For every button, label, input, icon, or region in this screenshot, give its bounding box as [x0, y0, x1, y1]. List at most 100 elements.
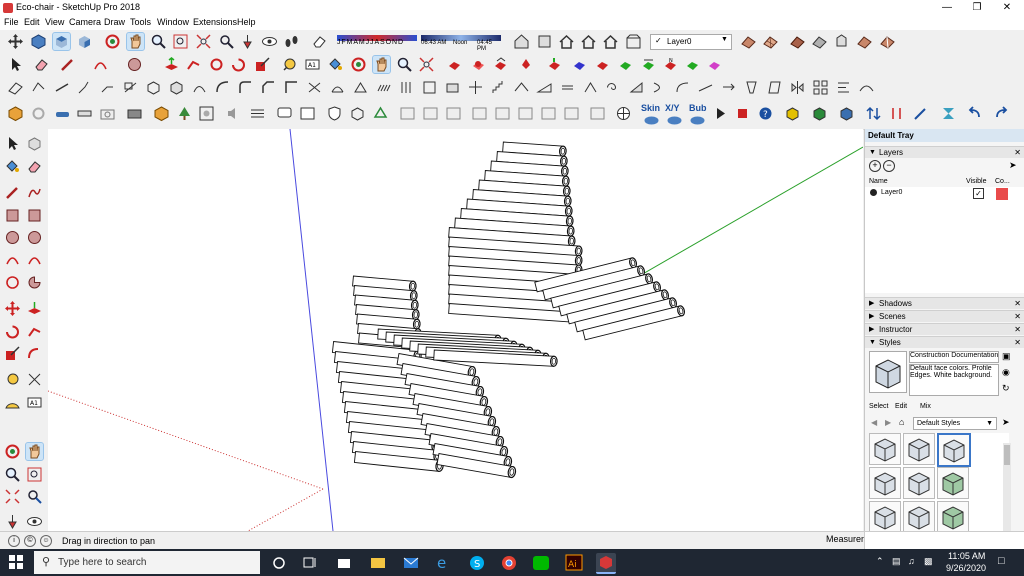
zoom-extents-left-tool-icon[interactable] [4, 488, 21, 505]
layers-column-color[interactable]: Co... [995, 178, 1010, 185]
add-layer-button[interactable]: + [869, 160, 881, 172]
pen-blue-icon[interactable] [912, 105, 929, 122]
play-icon[interactable] [712, 105, 729, 122]
ruler-icon[interactable] [76, 105, 93, 122]
zoom-extents-tool-icon[interactable] [418, 56, 435, 73]
layers-column-name[interactable]: Name [869, 178, 888, 185]
export-icon[interactable] [126, 105, 143, 122]
close-section-icon[interactable]: ✕ [1014, 311, 1021, 322]
shadow-time-slider[interactable]: 06:43 AM Noon 04:45 PM [421, 35, 501, 52]
cube-green-icon[interactable] [811, 105, 828, 122]
arrows-up-down-icon[interactable] [865, 105, 882, 122]
bend-tool-icon[interactable] [674, 79, 691, 96]
shape-outline-icon[interactable] [684, 56, 701, 73]
stretch-tool-icon[interactable] [720, 79, 737, 96]
refresh-style-icon[interactable]: ↻ [1002, 383, 1010, 394]
skype-icon[interactable]: S [467, 553, 487, 572]
shell-tool-icon[interactable] [421, 79, 438, 96]
shadows-section-header[interactable]: ▶ Shadows ✕ [865, 297, 1024, 309]
close-section-icon[interactable]: ✕ [1014, 337, 1021, 348]
push-pull-tool-icon[interactable] [26, 300, 43, 317]
style-thumbnail[interactable] [937, 501, 969, 533]
language-icon[interactable]: ▩ [924, 556, 933, 567]
grid-snap-icon[interactable] [198, 105, 215, 122]
speaker-icon[interactable] [225, 105, 242, 122]
taskbar-search-box[interactable]: ⚲ Type here to search [34, 551, 260, 574]
style-thumbnail[interactable] [937, 433, 971, 467]
move-tool-icon[interactable] [4, 300, 21, 317]
arrows-red-icon[interactable] [888, 105, 905, 122]
illustrator-icon[interactable]: Ai [564, 553, 584, 572]
divide-tool-icon[interactable] [467, 79, 484, 96]
credits-icon[interactable]: © [24, 535, 36, 547]
style-description-field[interactable]: Default face colors. Profile Edges. Whit… [909, 364, 999, 396]
circle-tool-icon[interactable] [4, 229, 21, 246]
home-icon[interactable]: ⌂ [899, 417, 904, 427]
ruler-tool-icon[interactable] [54, 79, 71, 96]
rotated-rect-tool-icon[interactable] [26, 207, 43, 224]
component-icon[interactable] [153, 105, 170, 122]
style-thumbnail[interactable] [869, 467, 901, 499]
add-detail-icon[interactable] [856, 33, 873, 50]
zoom-icon[interactable] [150, 33, 167, 50]
menu-file[interactable]: File [4, 17, 19, 27]
car-icon[interactable] [54, 105, 71, 122]
minimize-button[interactable]: — [932, 0, 962, 16]
shape-trim-icon[interactable] [617, 56, 634, 73]
back-arrow-icon[interactable]: ◀ [871, 418, 877, 427]
layer-row[interactable]: Layer0 ✓ [865, 187, 1024, 201]
eraser-tool-icon[interactable] [26, 158, 43, 175]
grid-tool-icon[interactable] [7, 79, 24, 96]
arc-tool-icon[interactable] [214, 79, 231, 96]
orbit-left-tool-icon[interactable] [4, 443, 21, 460]
share-model-icon[interactable] [536, 33, 553, 50]
close-section-icon[interactable]: ✕ [1014, 147, 1021, 158]
layer-color-swatch[interactable] [996, 188, 1008, 200]
menu-tools[interactable]: Tools [130, 17, 151, 27]
menu-help[interactable]: Help [237, 17, 256, 27]
maximize-button[interactable]: ❐ [962, 0, 992, 16]
house-icon[interactable] [558, 33, 575, 50]
house-upload-icon[interactable] [580, 33, 597, 50]
scale-tool-icon[interactable] [4, 345, 21, 362]
sweep-tool-icon[interactable] [352, 79, 369, 96]
plugin-a-icon[interactable] [399, 105, 416, 122]
info-icon[interactable] [299, 105, 316, 122]
style-collection-dropdown[interactable]: Default Styles ▼ [913, 417, 997, 430]
stair-tool-icon[interactable] [490, 79, 507, 96]
text-tool-icon[interactable]: A1 [26, 394, 43, 411]
mail-icon[interactable] [401, 553, 421, 572]
line-app-icon[interactable] [531, 553, 551, 572]
clock-date[interactable]: 9/26/2020 [946, 563, 986, 573]
flip-edge-icon[interactable] [879, 33, 896, 50]
windows-start-icon[interactable] [9, 555, 23, 569]
solid-trim-icon[interactable] [518, 56, 535, 73]
align-tool-icon[interactable] [835, 79, 852, 96]
two-point-arc-tool-icon[interactable] [26, 251, 43, 268]
close-section-icon[interactable]: ✕ [1014, 324, 1021, 335]
cube-yellow-icon[interactable] [784, 105, 801, 122]
layer-visible-checkbox[interactable]: ✓ [973, 188, 984, 199]
corner-tool-icon[interactable] [99, 79, 116, 96]
volume-icon[interactable]: ♫ [908, 556, 915, 566]
plugin-c-icon[interactable] [445, 105, 462, 122]
scrollbar-thumb[interactable] [1004, 445, 1010, 465]
arc-icon[interactable] [92, 56, 109, 73]
curve-tool-icon[interactable] [191, 79, 208, 96]
line-icon[interactable] [59, 56, 76, 73]
notifications-icon[interactable]: □ [998, 555, 1005, 567]
zoom-tool-icon[interactable] [396, 56, 413, 73]
rotate-tool-icon[interactable] [4, 323, 21, 340]
plugin-i-icon[interactable] [589, 105, 606, 122]
menu-view[interactable]: View [45, 17, 64, 27]
clock-time[interactable]: 11:05 AM [948, 551, 985, 561]
chrome-icon[interactable] [499, 553, 519, 572]
network-icon[interactable]: ▤ [892, 556, 901, 567]
menu-window[interactable]: Window [157, 17, 189, 27]
remove-layer-button[interactable]: − [883, 160, 895, 172]
plugin-e-icon[interactable] [494, 105, 511, 122]
position-camera-left-icon[interactable] [4, 513, 21, 530]
solid-union-icon[interactable] [446, 56, 463, 73]
user-icon[interactable]: ☺ [40, 535, 52, 547]
style-thumbnail[interactable] [869, 501, 901, 533]
